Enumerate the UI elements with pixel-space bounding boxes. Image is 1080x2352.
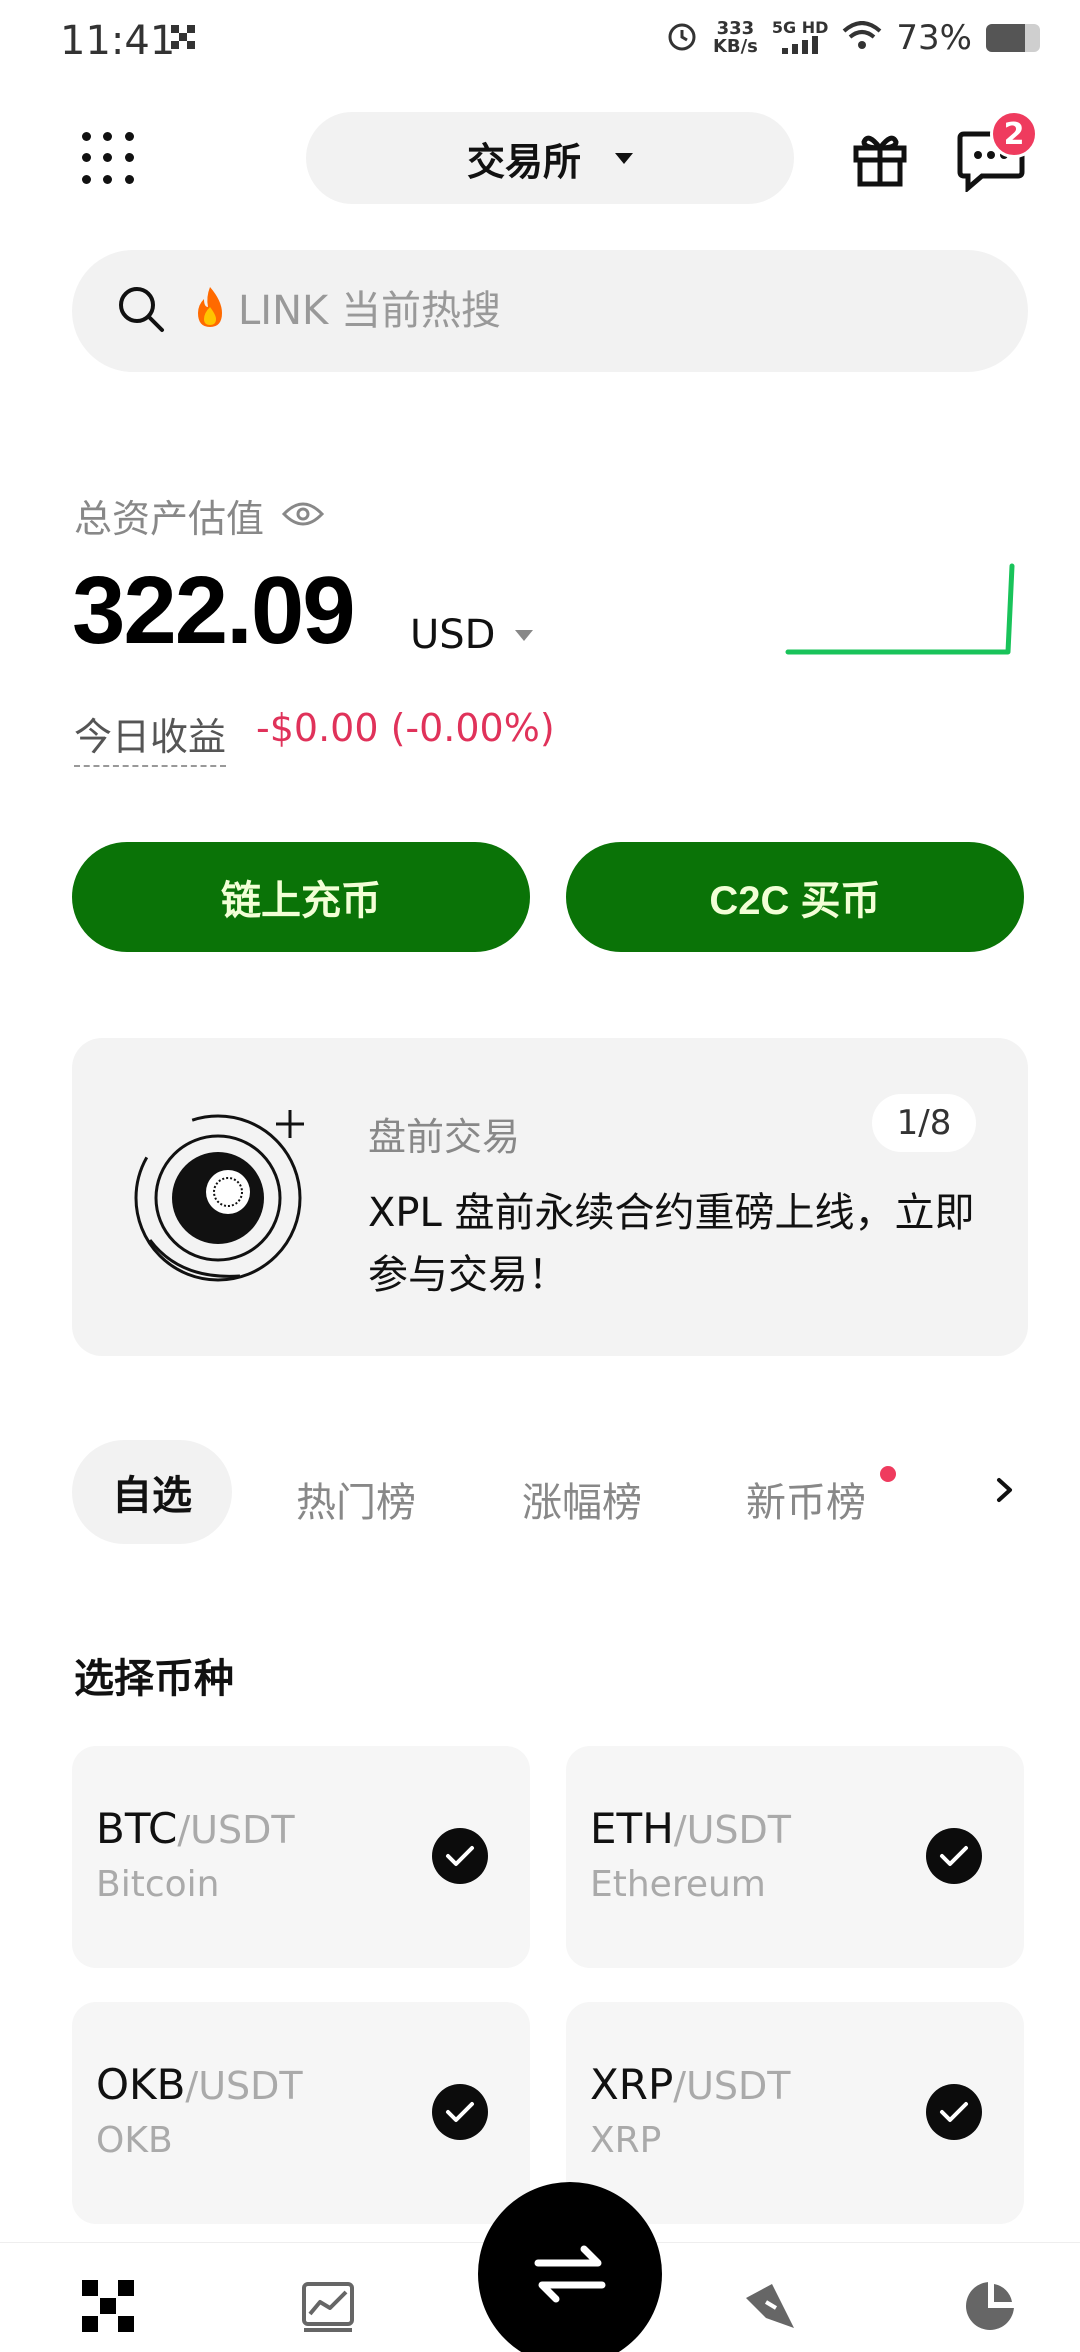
chevron-down-icon: [615, 152, 633, 164]
chevron-right-icon[interactable]: [990, 1470, 1020, 1510]
fire-icon: [192, 285, 228, 338]
coin-pair: OKB/USDT: [96, 2060, 303, 2109]
currency-selector[interactable]: USD: [410, 612, 534, 658]
today-pnl-label[interactable]: 今日收益: [74, 706, 227, 767]
coin-pair: XRP/USDT: [590, 2060, 791, 2109]
notification-icon: [168, 22, 198, 60]
alarm-icon: [665, 19, 699, 57]
section-title: 选择币种: [74, 1656, 234, 1702]
menu-grid-icon[interactable]: [82, 132, 138, 188]
assets-sparkline: [785, 563, 1015, 655]
chevron-down-icon: [515, 629, 534, 641]
coin-card-eth[interactable]: ETH/USDT Ethereum: [566, 1746, 1024, 1968]
promo-tag: 盘前交易: [368, 1115, 521, 1159]
today-pnl-value: -$0.00 (-0.00%): [256, 706, 555, 750]
message-badge: 2: [990, 110, 1038, 158]
trade-swap-icon: [534, 2245, 606, 2303]
gift-icon[interactable]: [850, 128, 910, 188]
battery-icon: [986, 24, 1040, 52]
check-icon[interactable]: [926, 2084, 982, 2140]
coin-name: XRP: [590, 2120, 662, 2161]
coin-name: Bitcoin: [96, 1864, 220, 1905]
assets-pie-icon[interactable]: [962, 2278, 1018, 2334]
total-assets-value: 322.09: [72, 557, 356, 664]
home-icon[interactable]: [80, 2278, 136, 2334]
coin-card-btc[interactable]: BTC/USDT Bitcoin: [72, 1746, 530, 1968]
deposit-button[interactable]: 链上充币: [72, 842, 530, 952]
search-icon: [116, 284, 166, 338]
exchange-label: 交易所: [466, 139, 581, 184]
coin-card-okb[interactable]: OKB/USDT OKB: [72, 2002, 530, 2224]
search-input[interactable]: [238, 288, 838, 334]
exchange-switcher[interactable]: 交易所: [306, 112, 794, 204]
status-icons: 333 KB/s 5G HD 73%: [665, 18, 1040, 58]
battery-percent: 73%: [896, 18, 972, 58]
eye-icon[interactable]: [281, 494, 325, 538]
promo-text: XPL 盘前永续合约重磅上线，立即参与交易！: [368, 1190, 975, 1298]
tab-gainers[interactable]: 涨幅榜: [522, 1470, 642, 1528]
coin-name: Ethereum: [590, 1864, 766, 1905]
coin-card-xrp[interactable]: XRP/USDT XRP: [566, 2002, 1024, 2224]
premarket-logo-icon: [120, 1090, 330, 1290]
cellular-signal: 5G HD: [772, 19, 828, 57]
coin-pair: ETH/USDT: [590, 1804, 791, 1853]
c2c-buy-button[interactable]: C2C 买币: [566, 842, 1024, 952]
tab-favorites[interactable]: 自选: [72, 1440, 232, 1544]
promo-page-indicator: 1/8: [872, 1094, 976, 1152]
coin-pair: BTC/USDT: [96, 1804, 295, 1853]
trade-swap-button[interactable]: [478, 2182, 662, 2352]
check-icon[interactable]: [432, 1828, 488, 1884]
coin-name: OKB: [96, 2120, 173, 2161]
markets-icon[interactable]: [300, 2278, 356, 2334]
check-icon[interactable]: [432, 2084, 488, 2140]
search-bar[interactable]: [72, 250, 1028, 372]
discover-icon[interactable]: [742, 2278, 798, 2334]
network-speed: 333 KB/s: [712, 18, 758, 57]
new-indicator-dot: [880, 1466, 896, 1482]
tab-hot[interactable]: 热门榜: [296, 1470, 416, 1528]
total-assets-label: 总资产估值: [74, 488, 325, 543]
check-icon[interactable]: [926, 1828, 982, 1884]
status-time: 11:41: [60, 18, 176, 64]
tab-new-coins[interactable]: 新币榜: [746, 1470, 866, 1528]
wifi-icon: [842, 21, 882, 55]
